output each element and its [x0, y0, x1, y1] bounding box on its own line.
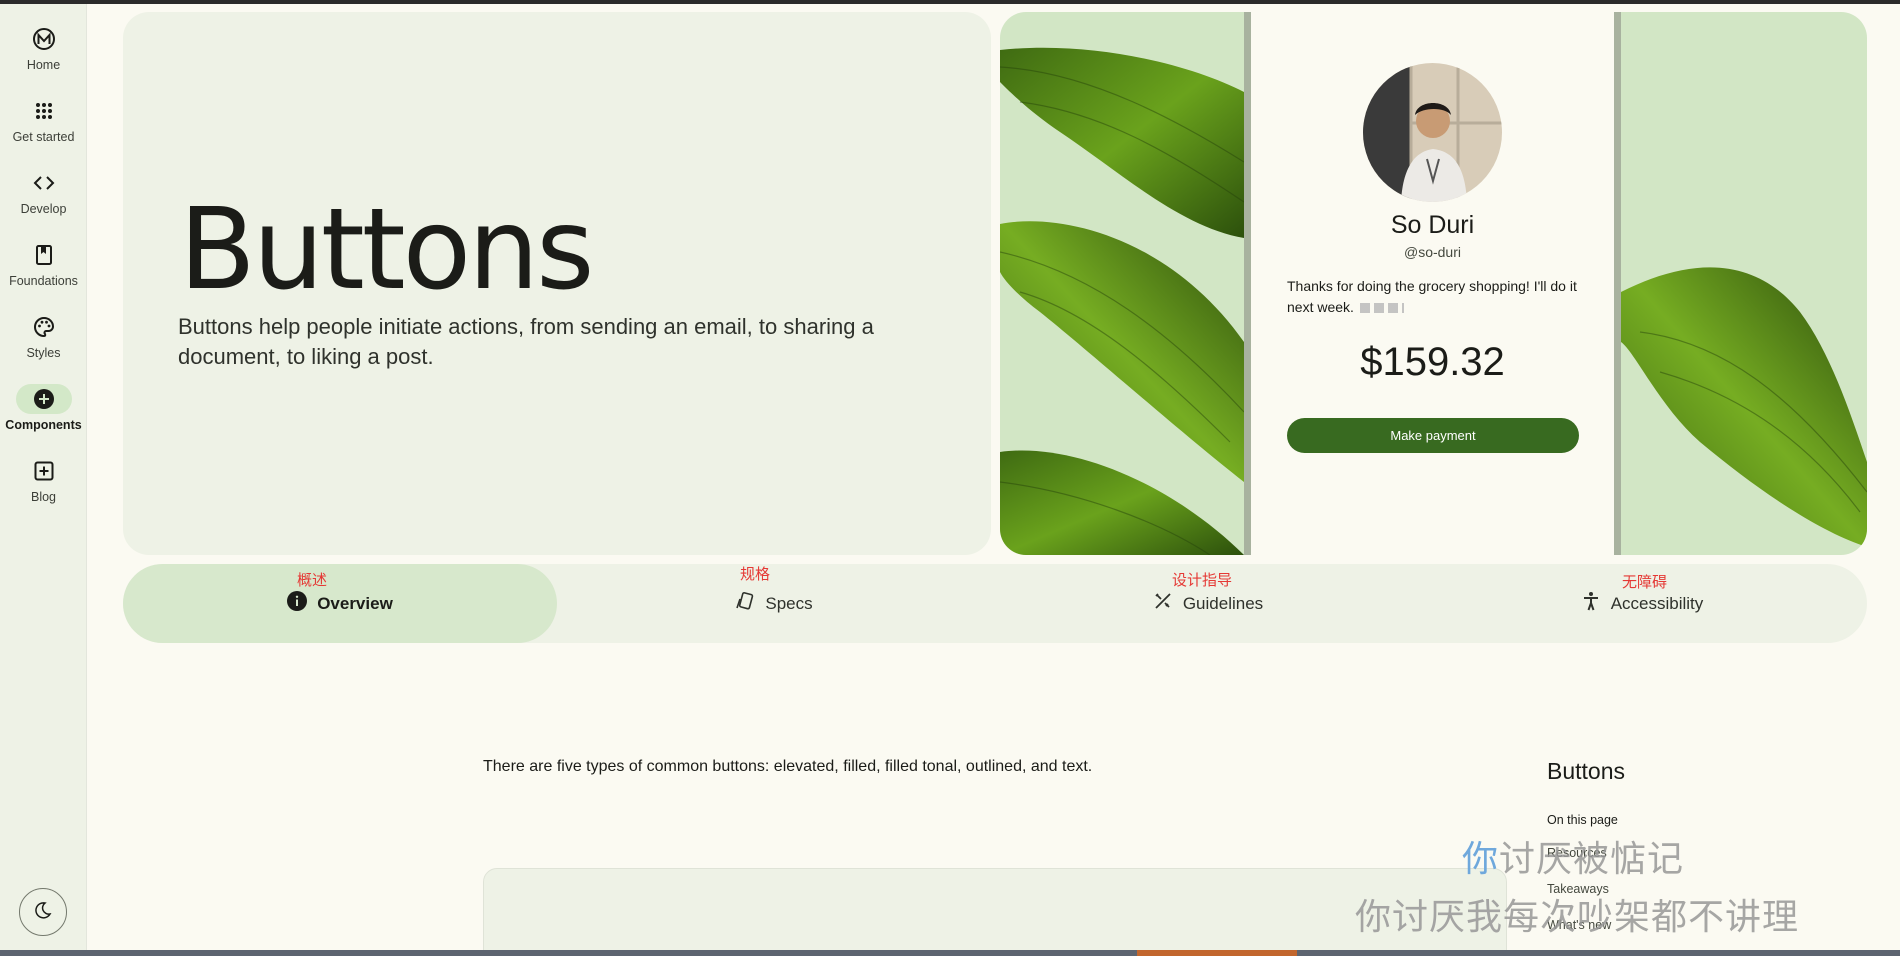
profile-name: So Duri [1390, 211, 1475, 239]
toc-title: Buttons [1547, 758, 1625, 784]
material-logo-icon [16, 24, 72, 54]
tab-label-specs: Specs [765, 593, 813, 613]
window-top-bar [0, 0, 1900, 4]
window-bottom-bar [0, 950, 1900, 956]
phone-mockup: So Duri @so-duri Thanks for doing the gr… [1244, 12, 1621, 555]
accessibility-icon [1581, 591, 1601, 616]
profile-message: Thanks for doing the grocery shopping! I… [1287, 276, 1587, 318]
hero-intro-card: Buttons Buttons help people initiate act… [123, 12, 991, 555]
nav-item-home[interactable]: Home [0, 24, 87, 88]
hero-description: Buttons help people initiate actions, fr… [178, 314, 874, 369]
info-icon [287, 591, 308, 616]
nav-item-get-started[interactable]: Get started [0, 96, 87, 160]
add-circle-icon [15, 384, 72, 414]
hero-illustration: So Duri @so-duri Thanks for doing the gr… [1000, 12, 1867, 555]
tab-annotation-overview: 概述 [297, 572, 328, 589]
tab-annotation-specs: 规格 [740, 566, 771, 583]
apps-grid-icon [16, 96, 72, 126]
theme-toggle-button[interactable] [19, 888, 67, 936]
nav-label-home: Home [26, 58, 61, 72]
watermark-line-1-first: 你 [1462, 838, 1500, 879]
cart-emoji-icon [1359, 303, 1404, 314]
watermark-line-1-rest: 讨厌被惦记 [1499, 838, 1685, 879]
nav-label-get-started: Get started [12, 130, 75, 144]
nav-label-blog: Blog [30, 490, 57, 504]
tab-annotation-accessibility: 无障碍 [1622, 574, 1668, 591]
profile-message-text: Thanks for doing the grocery shopping! I… [1287, 278, 1577, 315]
nav-item-foundations[interactable]: Foundations [0, 240, 87, 304]
tab-label-guidelines: Guidelines [1182, 593, 1264, 613]
nav-item-develop[interactable]: Develop [0, 168, 87, 232]
intro-text: There are five types of common buttons: … [483, 758, 1093, 775]
avatar [1363, 63, 1502, 202]
profile-handle: @so-duri [1403, 244, 1461, 260]
watermark-line-1: 你讨厌被惦记 [1462, 830, 1684, 882]
bottom-bar-accent [1137, 950, 1297, 956]
code-icon [16, 168, 72, 198]
payment-amount: $159.32 [1360, 340, 1505, 384]
toc-caption: On this page [1547, 813, 1618, 827]
nav-label-styles: Styles [26, 346, 61, 360]
nav-label-foundations: Foundations [9, 274, 78, 288]
tab-overview[interactable]: Overview [123, 564, 557, 643]
navigation-rail: Home Get started Develop Foundations Sty… [0, 4, 87, 950]
make-payment-button[interactable]: Make payment [1287, 418, 1579, 453]
design-tools-icon [1153, 591, 1173, 616]
nav-item-components[interactable]: Components [0, 384, 87, 448]
book-icon [16, 240, 72, 270]
tab-label-accessibility: Accessibility [1610, 593, 1704, 613]
palette-icon [16, 312, 72, 342]
tab-label-overview: Overview [317, 593, 393, 613]
nav-label-components: Components [5, 418, 82, 432]
nav-item-blog[interactable]: Blog [0, 456, 87, 520]
tab-specs[interactable]: Specs [557, 564, 991, 643]
add-box-icon [16, 456, 72, 486]
moon-icon [34, 901, 52, 924]
watermark-line-2: 你讨厌我每次吵架都不讲理 [1355, 896, 1800, 937]
page-title: Buttons [179, 185, 595, 315]
specs-icon [735, 591, 755, 616]
nav-item-styles[interactable]: Styles [0, 312, 87, 376]
page-tabs: Overview Specs Guidelines Accessibility [123, 564, 1867, 643]
button-demo-card [483, 868, 1507, 956]
nav-label-develop: Develop [20, 202, 67, 216]
tab-annotation-guidelines: 设计指导 [1172, 572, 1233, 589]
phone-screen: So Duri @so-duri Thanks for doing the gr… [1251, 12, 1614, 555]
